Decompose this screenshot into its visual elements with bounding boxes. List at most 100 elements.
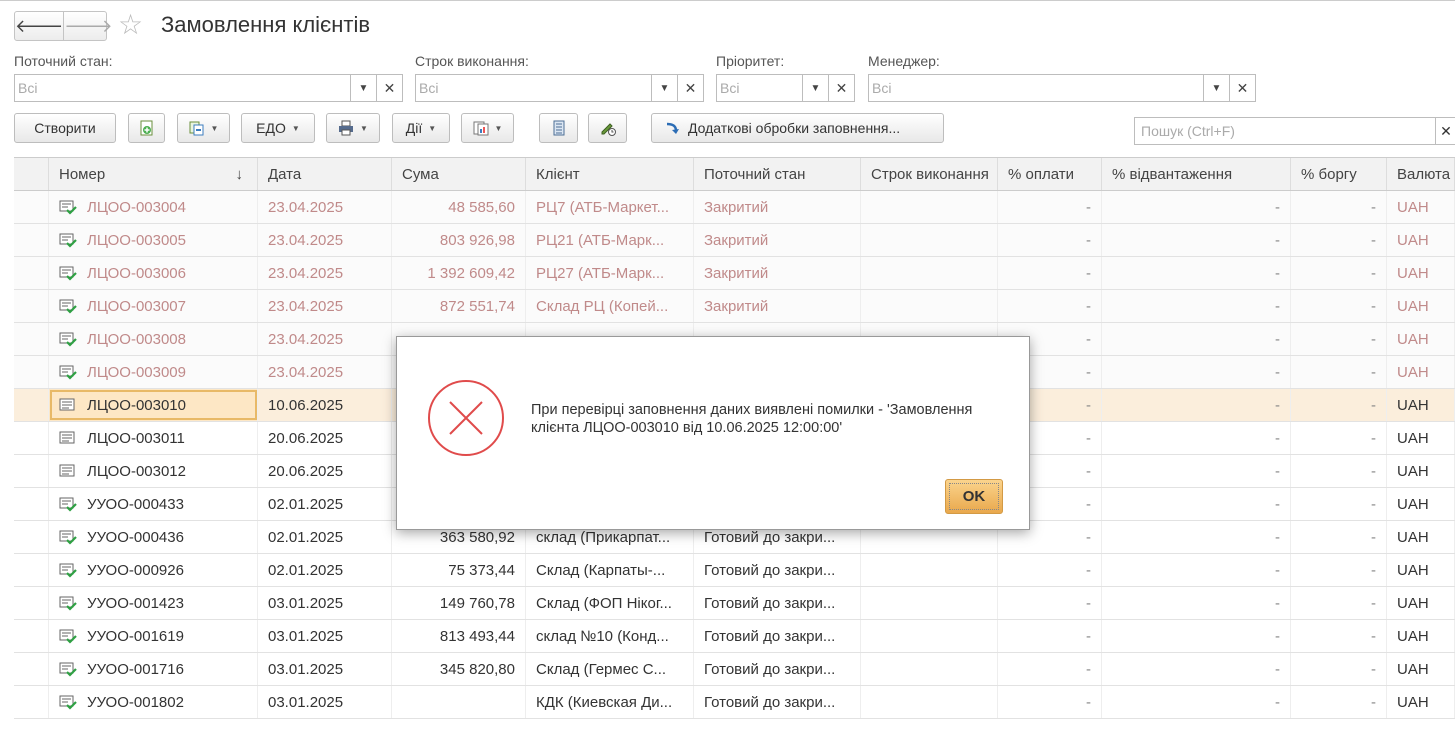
cell-shipment-pct[interactable]: - — [1102, 488, 1291, 520]
filter-term-field[interactable]: Всі ▼ ✕ — [415, 74, 704, 102]
cell-date[interactable]: 02.01.2025 — [258, 521, 392, 553]
table-row[interactable]: ЛЦОО-003004 23.04.2025 48 585,60 РЦ7 (АТБ-М… — [14, 191, 1455, 224]
cell-term[interactable] — [861, 290, 998, 322]
cell-shipment-pct[interactable]: - — [1102, 290, 1291, 322]
favorite-star-icon[interactable]: ☆ — [118, 10, 143, 40]
table-row[interactable]: УУОО-001619 03.01.2025 813 493,44 склад №10… — [14, 620, 1455, 653]
chevron-down-icon[interactable]: ▼ — [1203, 75, 1229, 101]
cell-date[interactable]: 23.04.2025 — [258, 290, 392, 322]
cell-number[interactable]: ЛЦОО-003007 — [49, 290, 258, 322]
cell-debt-pct[interactable]: - — [1291, 356, 1387, 388]
cell-term[interactable] — [861, 224, 998, 256]
cell-currency[interactable]: UAH — [1387, 521, 1455, 553]
cell-term[interactable] — [861, 653, 998, 685]
cell-currency[interactable]: UAH — [1387, 455, 1455, 487]
cell-number[interactable]: ЛЦОО-003008 — [49, 323, 258, 355]
cell-number[interactable]: УУОО-000436 — [49, 521, 258, 553]
cell-currency[interactable]: UAH — [1387, 554, 1455, 586]
cell-date[interactable]: 03.01.2025 — [258, 686, 392, 718]
cell-currency[interactable]: UAH — [1387, 257, 1455, 289]
cell-state[interactable]: Готовий до закри... — [694, 686, 861, 718]
cell-sum[interactable]: 872 551,74 — [392, 290, 526, 322]
clear-icon[interactable]: ✕ — [828, 75, 854, 101]
clear-icon[interactable]: ✕ — [1229, 75, 1255, 101]
cell-sum[interactable]: 803 926,98 — [392, 224, 526, 256]
cell-date[interactable]: 23.04.2025 — [258, 257, 392, 289]
cell-currency[interactable]: UAH — [1387, 389, 1455, 421]
chevron-down-icon[interactable]: ▼ — [350, 75, 376, 101]
cell-payment-pct[interactable]: - — [998, 224, 1102, 256]
cell-date[interactable]: 23.04.2025 — [258, 191, 392, 223]
header-term[interactable]: Строк виконання — [861, 158, 998, 190]
cell-sum[interactable] — [392, 686, 526, 718]
extra-processing-button[interactable]: Додаткові обробки заповнення... — [651, 113, 944, 143]
header-date[interactable]: Дата — [258, 158, 392, 190]
create-button[interactable]: Створити — [14, 113, 116, 143]
cell-number[interactable]: УУОО-000926 — [49, 554, 258, 586]
cell-shipment-pct[interactable]: - — [1102, 191, 1291, 223]
forward-button[interactable]: 🡒 — [64, 12, 112, 40]
cell-number[interactable]: ЛЦОО-003009 — [49, 356, 258, 388]
cell-date[interactable]: 03.01.2025 — [258, 653, 392, 685]
cell-shipment-pct[interactable]: - — [1102, 356, 1291, 388]
clear-icon[interactable]: ✕ — [677, 75, 703, 101]
cell-state[interactable]: Закритий — [694, 257, 861, 289]
cell-currency[interactable]: UAH — [1387, 653, 1455, 685]
table-row[interactable]: УУОО-001802 03.01.2025 КДК (Киевская Ди...… — [14, 686, 1455, 719]
cell-number[interactable]: УУОО-001802 — [49, 686, 258, 718]
cell-currency[interactable]: UAH — [1387, 488, 1455, 520]
cell-shipment-pct[interactable]: - — [1102, 620, 1291, 652]
actions-menu-button[interactable]: Дії ▼ — [392, 113, 450, 143]
table-row[interactable]: УУОО-001716 03.01.2025 345 820,80 Склад (Ге… — [14, 653, 1455, 686]
cell-number[interactable]: ЛЦОО-003006 — [49, 257, 258, 289]
header-shipment-pct[interactable]: % відвантаження — [1102, 158, 1291, 190]
cell-sum[interactable]: 75 373,44 — [392, 554, 526, 586]
cell-debt-pct[interactable]: - — [1291, 686, 1387, 718]
table-row[interactable]: ЛЦОО-003006 23.04.2025 1 392 609,42 РЦ27 (А… — [14, 257, 1455, 290]
cell-sum[interactable]: 48 585,60 — [392, 191, 526, 223]
cell-payment-pct[interactable]: - — [998, 191, 1102, 223]
cell-term[interactable] — [861, 620, 998, 652]
cell-currency[interactable]: UAH — [1387, 587, 1455, 619]
header-currency[interactable]: Валюта — [1387, 158, 1455, 190]
cell-date[interactable]: 02.01.2025 — [258, 554, 392, 586]
cell-debt-pct[interactable]: - — [1291, 290, 1387, 322]
edo-menu-button[interactable]: ЕДО ▼ — [241, 113, 315, 143]
cell-term[interactable] — [861, 257, 998, 289]
cell-payment-pct[interactable]: - — [998, 554, 1102, 586]
cell-shipment-pct[interactable]: - — [1102, 653, 1291, 685]
cell-shipment-pct[interactable]: - — [1102, 455, 1291, 487]
cell-term[interactable] — [861, 686, 998, 718]
header-debt-pct[interactable]: % боргу — [1291, 158, 1387, 190]
cell-debt-pct[interactable]: - — [1291, 191, 1387, 223]
cell-date[interactable]: 03.01.2025 — [258, 587, 392, 619]
cell-date[interactable]: 20.06.2025 — [258, 455, 392, 487]
cell-payment-pct[interactable]: - — [998, 257, 1102, 289]
cell-currency[interactable]: UAH — [1387, 224, 1455, 256]
cell-debt-pct[interactable]: - — [1291, 587, 1387, 619]
cell-shipment-pct[interactable]: - — [1102, 257, 1291, 289]
cell-client[interactable]: РЦ7 (АТБ-Маркет... — [526, 191, 694, 223]
cell-number[interactable]: ЛЦОО-003004 — [49, 191, 258, 223]
create-based-on-button[interactable] — [128, 113, 165, 143]
cell-payment-pct[interactable]: - — [998, 653, 1102, 685]
cell-payment-pct[interactable]: - — [998, 686, 1102, 718]
header-sum[interactable]: Сума — [392, 158, 526, 190]
cell-debt-pct[interactable]: - — [1291, 257, 1387, 289]
cell-currency[interactable]: UAH — [1387, 323, 1455, 355]
filter-priority-field[interactable]: Всі ▼ ✕ — [716, 74, 855, 102]
cell-number[interactable]: ЛЦОО-003012 — [49, 455, 258, 487]
cell-debt-pct[interactable]: - — [1291, 422, 1387, 454]
table-row[interactable]: ЛЦОО-003007 23.04.2025 872 551,74 Склад РЦ … — [14, 290, 1455, 323]
cell-date[interactable]: 02.01.2025 — [258, 488, 392, 520]
cell-payment-pct[interactable]: - — [998, 290, 1102, 322]
copy-menu-button[interactable]: ▼ — [177, 113, 230, 143]
cell-debt-pct[interactable]: - — [1291, 455, 1387, 487]
search-field[interactable]: Пошук (Ctrl+F) ✕ — [1134, 117, 1455, 145]
cell-number[interactable]: ЛЦОО-003005 — [49, 224, 258, 256]
cell-date[interactable]: 10.06.2025 — [258, 389, 392, 421]
cell-number[interactable]: ЛЦОО-003011 — [49, 422, 258, 454]
filter-state-field[interactable]: Всі ▼ ✕ — [14, 74, 403, 102]
cell-sum[interactable]: 149 760,78 — [392, 587, 526, 619]
cell-payment-pct[interactable]: - — [998, 587, 1102, 619]
